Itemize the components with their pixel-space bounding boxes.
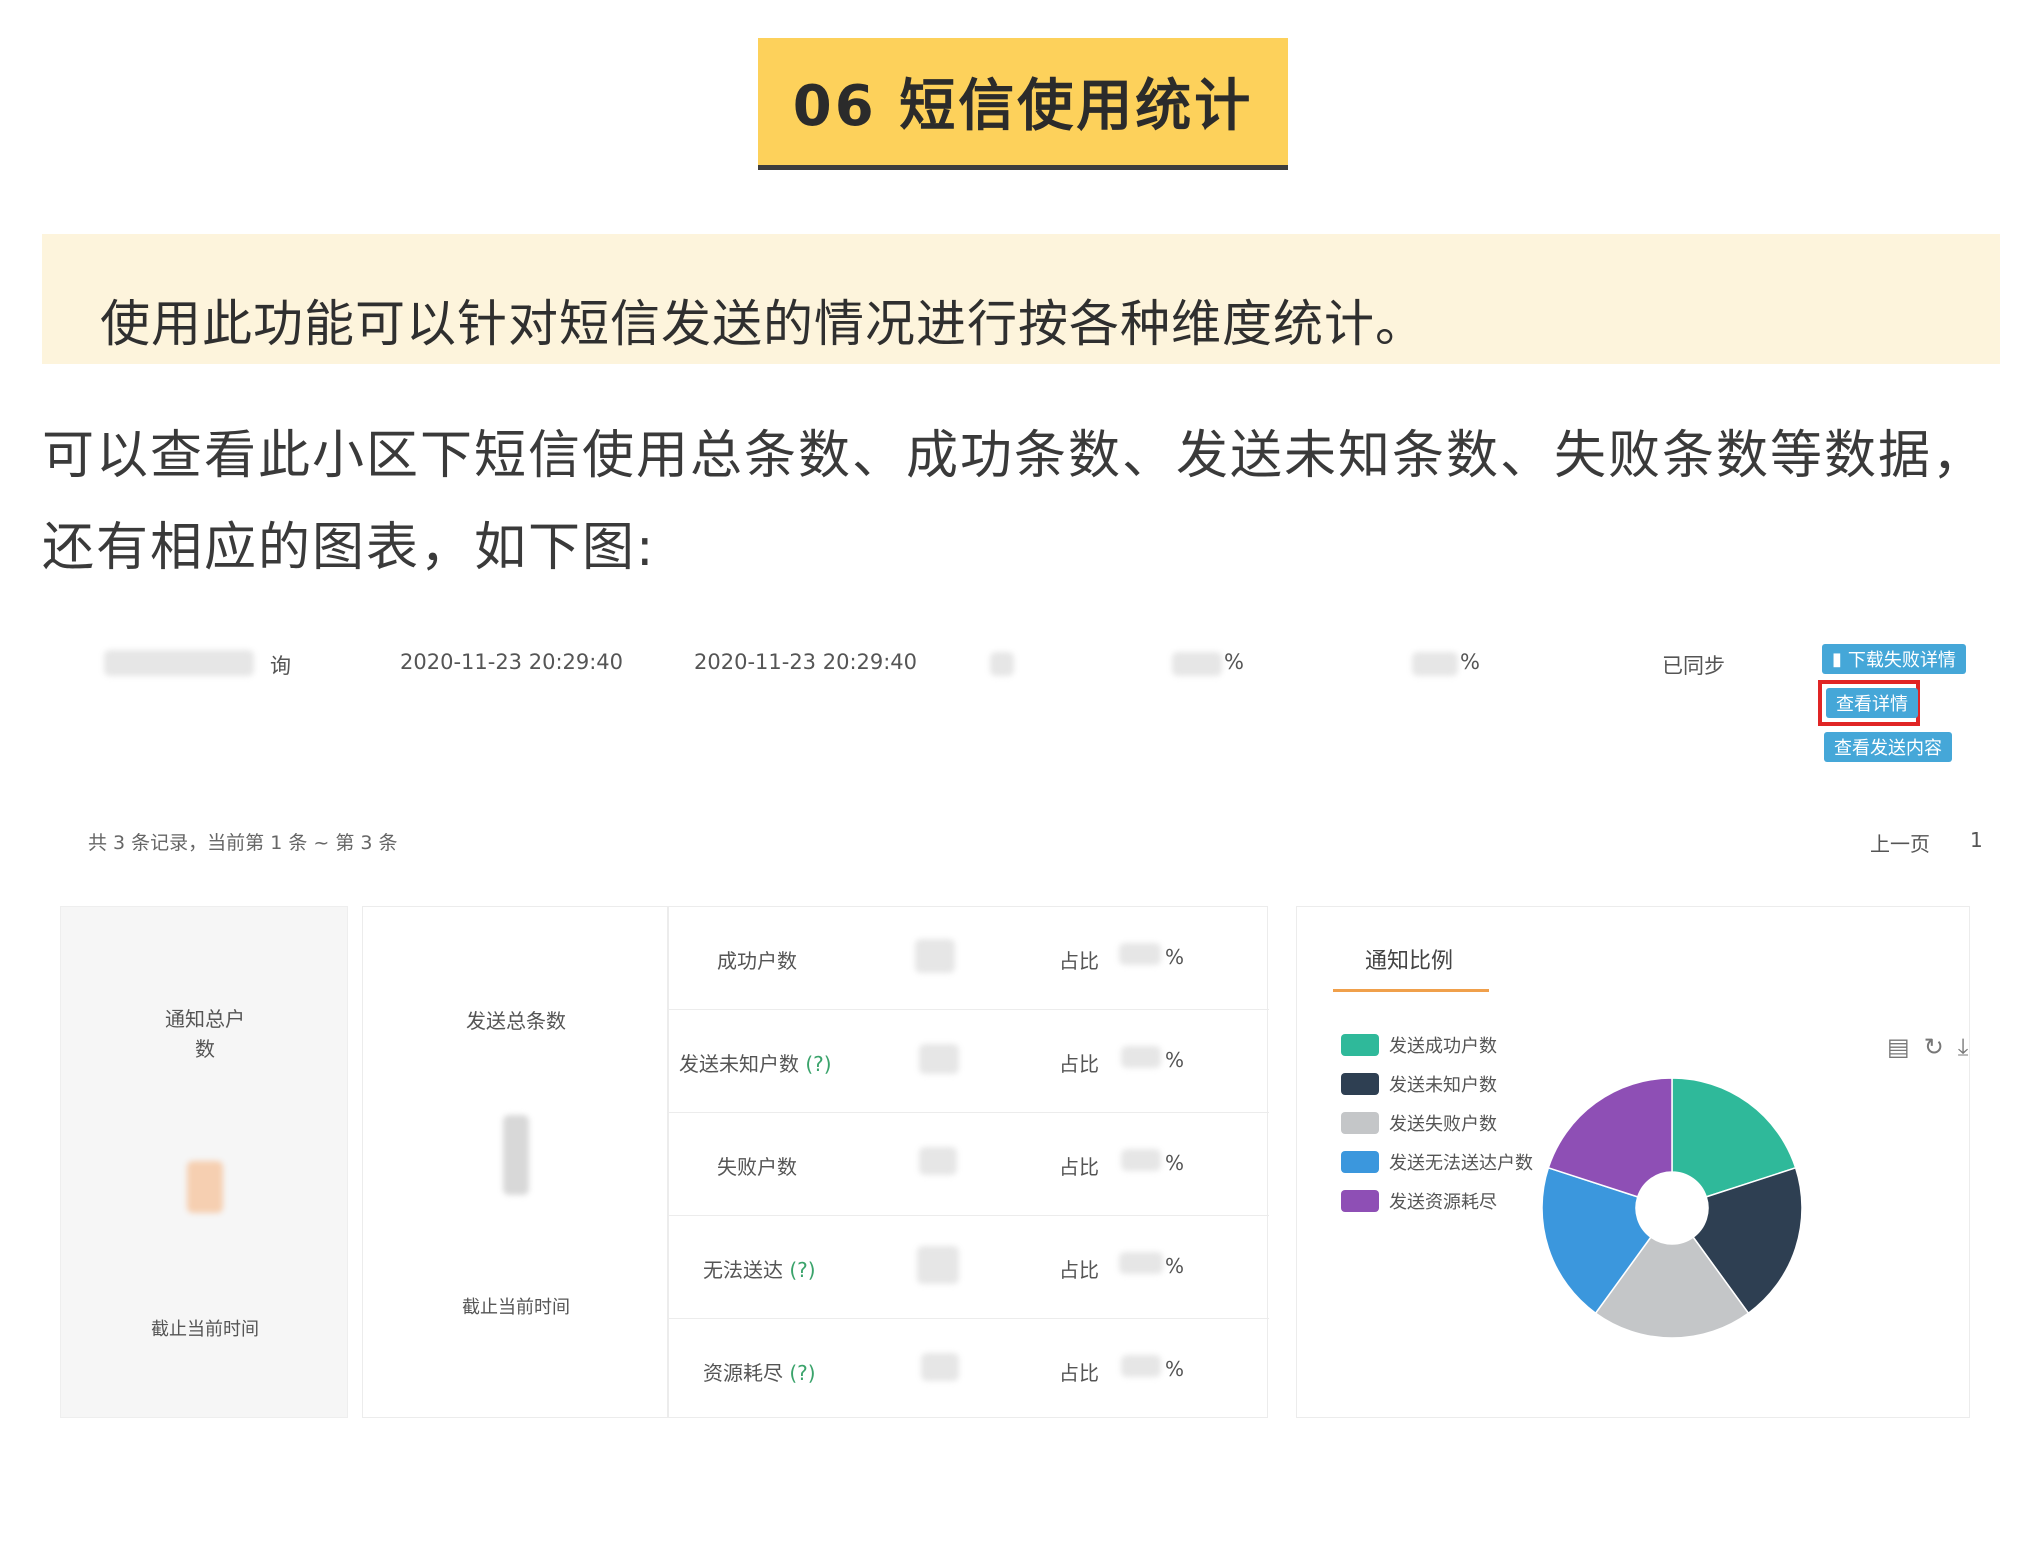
intro-callout: 使用此功能可以针对短信发送的情况进行按各种维度统计。	[42, 234, 2000, 364]
stat-pct: %	[1165, 1048, 1185, 1072]
total-households-card: 通知总户 数 截止当前时间	[60, 906, 348, 1418]
section-heading: 06 短信使用统计	[758, 38, 1288, 170]
stat-label: 失败户数	[717, 1155, 797, 1179]
stat-pct: %	[1165, 1151, 1185, 1175]
legend-item[interactable]: 发送失败户数	[1341, 1103, 1533, 1142]
legend-swatch	[1341, 1189, 1379, 1212]
notification-ratio-card: 通知比例 发送成功户数 发送未知户数 发送失败户数发送无法送达户数 发送资源耗尽 ▤ …	[1296, 906, 1970, 1418]
legend-label: 发送资源耗尽	[1389, 1191, 1497, 1213]
document-icon[interactable]: ▤	[1887, 1033, 1910, 1061]
description-paragraph: 可以查看此小区下短信使用总条数、成功条数、发送未知条数、失败条数等数据，还有相应…	[42, 426, 1987, 578]
stat-row: 发送未知户数 (?) 占比 %	[669, 1010, 1269, 1113]
stat-ratio-label: 占比	[1059, 1052, 1099, 1076]
download-icon[interactable]: ⤓	[1958, 1033, 1969, 1061]
stat-ratio-label: 占比	[1059, 1155, 1099, 1179]
stat-ratio-label: 占比	[1059, 1361, 1099, 1385]
legend-swatch	[1341, 1072, 1379, 1095]
stat-row: 无法送达 (?) 占比 %	[669, 1216, 1269, 1319]
total-households-title-1: 通知总户	[165, 1007, 245, 1031]
legend-item[interactable]: 发送无法送达户数	[1341, 1142, 1533, 1181]
redacted-total-messages	[503, 1115, 529, 1195]
pie-chart	[1541, 1077, 1803, 1339]
legend-label: 发送失败户数	[1389, 1113, 1497, 1135]
stat-pct: %	[1165, 1357, 1185, 1381]
redacted-stat-pct	[1119, 1252, 1163, 1274]
page-number[interactable]: 1	[1970, 828, 1983, 852]
legend-swatch	[1341, 1111, 1379, 1134]
row-pct-1: %	[1224, 650, 1244, 674]
redacted-value-2	[1412, 652, 1458, 676]
view-details-button[interactable]: 查看详情	[1826, 688, 1918, 718]
stat-label: 无法送达 (?)	[703, 1258, 816, 1282]
total-messages-card: 发送总条数 截止当前时间	[362, 906, 668, 1418]
row-pct-2: %	[1460, 650, 1480, 674]
legend-label: 发送无法送达户数	[1389, 1152, 1533, 1174]
redacted-total-households	[187, 1161, 223, 1213]
view-send-content-button[interactable]: 查看发送内容	[1824, 732, 1952, 762]
help-icon[interactable]: (?)	[789, 1258, 815, 1282]
stat-pct: %	[1165, 945, 1185, 969]
legend-item[interactable]: 发送资源耗尽	[1341, 1181, 1533, 1220]
view-send-content-label: 查看发送内容	[1834, 738, 1942, 759]
stat-label: 成功户数	[717, 949, 797, 973]
total-messages-footer: 截止当前时间	[462, 1297, 570, 1318]
stat-row: 成功户数 占比 %	[669, 907, 1269, 1010]
redacted-stat-value	[921, 1353, 959, 1381]
redacted-stat-value	[919, 1044, 959, 1074]
legend-item[interactable]: 发送未知户数	[1341, 1064, 1533, 1103]
stat-label: 发送未知户数 (?)	[679, 1052, 832, 1076]
legend-swatch	[1341, 1150, 1379, 1173]
file-icon: ▮	[1832, 648, 1842, 670]
stat-breakdown-card: 成功户数 占比 % 发送未知户数 (?) 占比 % 失败户数 占比 % 无法送达…	[668, 906, 1269, 1418]
pager-summary: 共 3 条记录，当前第 1 条 ~ 第 3 条	[88, 832, 398, 854]
legend-item[interactable]: 发送成功户数	[1341, 1025, 1533, 1064]
total-households-footer: 截止当前时间	[151, 1319, 259, 1340]
download-failure-details-label: 下载失败详情	[1847, 650, 1956, 671]
prev-page-button[interactable]: 上一页	[1870, 828, 1930, 857]
embedded-screenshot: 询 2020-11-23 20:29:40 2020-11-23 20:29:4…	[42, 620, 2002, 1440]
redacted-stat-value	[917, 1246, 959, 1284]
legend-label: 发送未知户数	[1389, 1074, 1497, 1096]
legend-swatch	[1341, 1033, 1379, 1056]
redacted-value-1	[1172, 652, 1222, 676]
refresh-icon[interactable]: ↻	[1924, 1033, 1944, 1061]
redacted-stat-pct	[1121, 1046, 1161, 1068]
stat-ratio-label: 占比	[1059, 949, 1099, 973]
redacted-stat-pct	[1121, 1355, 1161, 1377]
redacted-stat-pct	[1121, 1149, 1161, 1171]
section-heading-text: 06 短信使用统计	[792, 74, 1254, 139]
row-status: 已同步	[1662, 654, 1725, 678]
redacted-stat-value	[915, 939, 955, 973]
view-details-label: 查看详情	[1836, 694, 1908, 715]
stat-ratio-label: 占比	[1059, 1258, 1099, 1282]
stat-pct: %	[1165, 1254, 1185, 1278]
active-tab-indicator	[1333, 989, 1489, 992]
row-name-suffix: 询	[270, 654, 291, 678]
stat-row: 失败户数 占比 %	[669, 1113, 1269, 1216]
redacted-name	[104, 650, 254, 676]
chart-toolbox: ▤ ↻ ⤓	[1887, 1033, 1968, 1061]
row-time-start: 2020-11-23 20:29:40	[400, 650, 624, 674]
redacted-stat-value	[919, 1147, 957, 1175]
help-icon[interactable]: (?)	[789, 1361, 815, 1385]
total-messages-title: 发送总条数	[466, 1009, 566, 1033]
help-icon[interactable]: (?)	[805, 1052, 831, 1076]
legend-label: 发送成功户数	[1389, 1035, 1497, 1057]
row-time-end: 2020-11-23 20:29:40	[694, 650, 918, 674]
download-failure-details-button[interactable]: ▮ 下载失败详情	[1822, 644, 1966, 674]
stat-row: 资源耗尽 (?) 占比 %	[669, 1319, 1269, 1422]
intro-text: 使用此功能可以针对短信发送的情况进行按各种维度统计。	[100, 295, 1426, 353]
chart-legend: 发送成功户数 发送未知户数 发送失败户数发送无法送达户数 发送资源耗尽	[1341, 1025, 1533, 1220]
redacted-stat-pct	[1119, 943, 1161, 965]
stat-label: 资源耗尽 (?)	[703, 1361, 816, 1385]
total-households-title-2: 数	[195, 1037, 215, 1061]
tab-notification-ratio[interactable]: 通知比例	[1365, 943, 1453, 975]
redacted-count	[990, 652, 1014, 676]
